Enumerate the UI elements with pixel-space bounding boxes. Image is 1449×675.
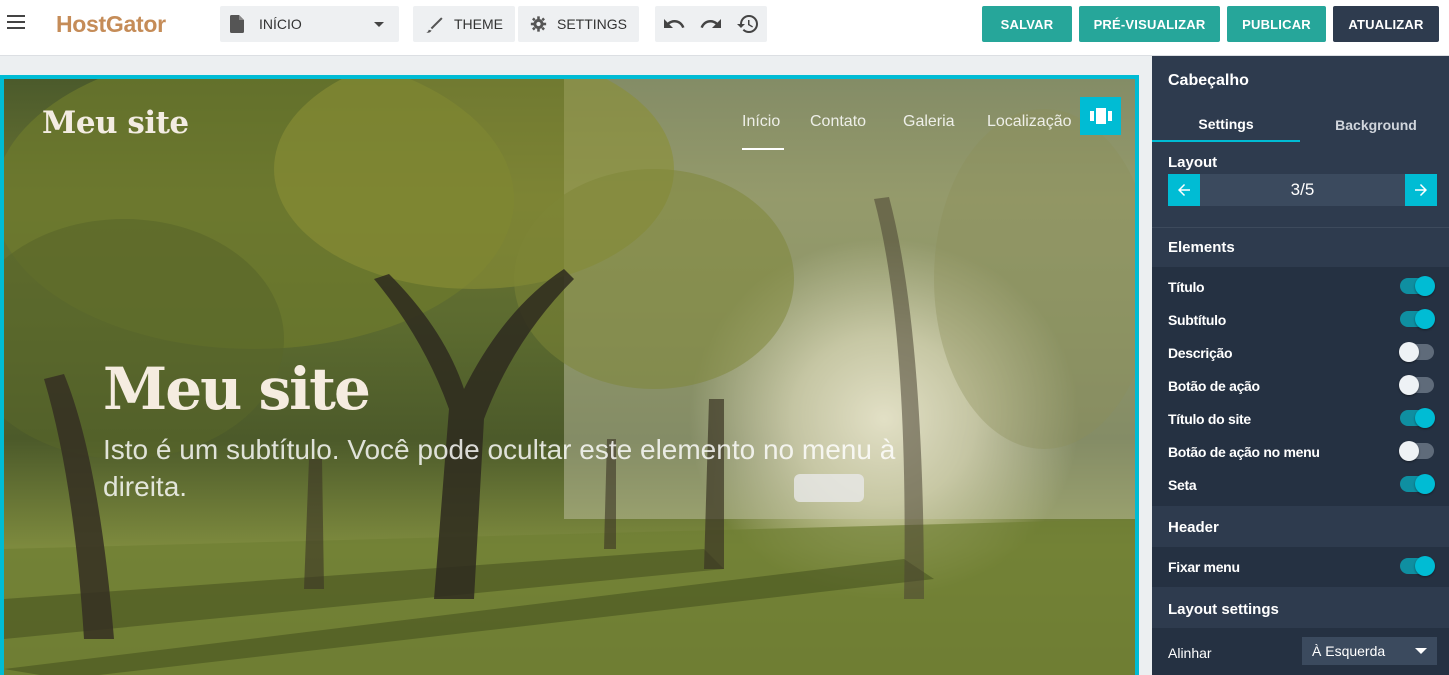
top-toolbar: HostGator INÍCIO THEME SETTINGS SALVAR P… — [0, 0, 1449, 56]
toggle-seta[interactable] — [1400, 474, 1435, 494]
toggle-botao-acao-menu[interactable] — [1399, 441, 1434, 461]
toggle-label-botao-acao: Botão de ação — [1168, 378, 1260, 394]
elements-section: Título Subtítulo Descrição Botão de ação… — [1152, 267, 1449, 506]
theme-button[interactable]: THEME — [413, 6, 515, 42]
toggle-label-seta: Seta — [1168, 477, 1197, 493]
hamburger-menu-icon[interactable] — [7, 15, 25, 29]
align-label: Alinhar — [1168, 645, 1212, 661]
elements-section-header: Elements — [1152, 227, 1449, 267]
toggle-label-titulo: Título — [1168, 279, 1205, 295]
layout-value: 3/5 — [1290, 180, 1315, 199]
active-nav-underline — [742, 148, 784, 150]
nav-link-inicio[interactable]: Início — [742, 113, 780, 131]
align-row: Alinhar À Esquerda — [1152, 628, 1449, 675]
hostgator-logo: HostGator — [56, 11, 166, 37]
toggle-label-titulo-site: Título do site — [1168, 411, 1251, 427]
tab-settings[interactable]: Settings — [1152, 108, 1300, 142]
layout-stepper: 3/5 — [1168, 174, 1437, 206]
hero-subtitle[interactable]: Isto é um subtítulo. Você pode ocultar e… — [103, 431, 983, 505]
page-select-dropdown[interactable]: INÍCIO — [220, 6, 399, 42]
chevron-down-icon — [1415, 648, 1427, 654]
site-brand-title[interactable]: Meu site — [42, 105, 189, 141]
header-section-header: Header — [1152, 507, 1449, 547]
align-select-value: À Esquerda — [1312, 643, 1386, 659]
redo-icon[interactable] — [699, 12, 723, 36]
document-icon — [230, 15, 244, 33]
tab-background[interactable]: Background — [1302, 108, 1449, 142]
layout-prev-button[interactable] — [1168, 174, 1200, 206]
view-carousel-icon — [1089, 108, 1112, 124]
hero-section[interactable]: Meu site Início Contato Galeria Localiza… — [4, 79, 1135, 675]
toggle-titulo-site[interactable] — [1400, 408, 1435, 428]
toggle-label-fixar-menu: Fixar menu — [1168, 559, 1240, 575]
toggle-row-fixar-menu: Fixar menu — [1152, 550, 1449, 583]
nav-link-localizacao[interactable]: Localização — [987, 113, 1072, 131]
settings-button[interactable]: SETTINGS — [518, 6, 639, 42]
nav-link-contato[interactable]: Contato — [810, 113, 866, 131]
toggle-row-titulo-site: Título do site — [1152, 402, 1449, 435]
layout-settings-section-header: Layout settings — [1152, 589, 1449, 629]
site-preview-canvas[interactable]: Meu site Início Contato Galeria Localiza… — [0, 75, 1139, 675]
panel-tabs: Settings Background — [1152, 108, 1449, 142]
toggle-titulo[interactable] — [1400, 276, 1435, 296]
section-layout-handle[interactable] — [1080, 97, 1121, 135]
toggle-fixar-menu[interactable] — [1400, 556, 1435, 576]
gear-icon — [530, 16, 547, 32]
history-icon[interactable] — [736, 12, 760, 36]
page-select-value: INÍCIO — [259, 16, 302, 32]
nav-link-galeria[interactable]: Galeria — [903, 113, 955, 131]
toggle-row-botao-acao: Botão de ação — [1152, 369, 1449, 402]
toggle-row-titulo: Título — [1152, 270, 1449, 303]
align-select[interactable]: À Esquerda — [1302, 637, 1437, 665]
toggle-row-seta: Seta — [1152, 468, 1449, 501]
header-section: Fixar menu — [1152, 547, 1449, 587]
layout-label: Layout — [1168, 154, 1218, 171]
publish-button[interactable]: PUBLICAR — [1227, 6, 1326, 42]
arrow-left-icon — [1178, 184, 1190, 196]
toggle-descricao[interactable] — [1399, 342, 1434, 362]
toggle-row-botao-acao-menu: Botão de ação no menu — [1152, 435, 1449, 468]
toggle-label-descricao: Descrição — [1168, 345, 1233, 361]
hero-title[interactable]: Meu site — [103, 355, 371, 423]
toggle-label-botao-acao-menu: Botão de ação no menu — [1168, 444, 1320, 460]
settings-label: SETTINGS — [556, 16, 627, 32]
layout-next-button[interactable] — [1405, 174, 1437, 206]
brush-icon — [425, 17, 443, 33]
upgrade-button[interactable]: ATUALIZAR — [1333, 6, 1439, 42]
panel-title: Cabeçalho — [1168, 72, 1249, 89]
toggle-subtitulo[interactable] — [1400, 309, 1435, 329]
save-button[interactable]: SALVAR — [982, 6, 1072, 42]
toggle-botao-acao[interactable] — [1399, 375, 1434, 395]
undo-icon[interactable] — [662, 12, 686, 36]
arrow-right-icon — [1415, 184, 1427, 196]
toggle-label-subtitulo: Subtítulo — [1168, 312, 1226, 328]
toggle-row-descricao: Descrição — [1152, 336, 1449, 369]
toggle-row-subtitulo: Subtítulo — [1152, 303, 1449, 336]
theme-label: THEME — [454, 16, 503, 32]
history-controls — [655, 6, 767, 42]
preview-button[interactable]: PRÉ-VISUALIZAR — [1079, 6, 1220, 42]
chevron-down-icon — [374, 22, 384, 27]
settings-panel: Cabeçalho Settings Background Layout 3/5… — [1152, 56, 1449, 675]
